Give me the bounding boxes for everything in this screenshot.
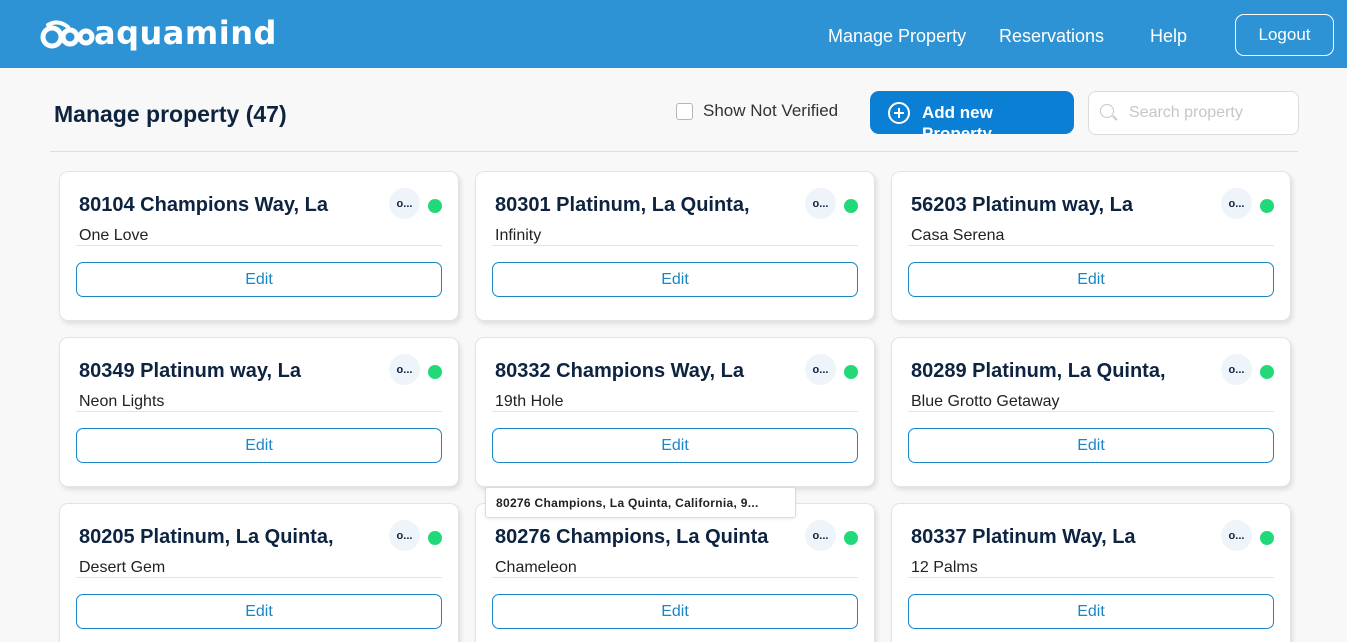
property-address: 80337 Platinum Way, La Quinta [911,526,1136,548]
verified-status-dot [844,365,858,379]
card-divider [492,411,858,412]
logout-button[interactable]: Logout [1235,14,1334,56]
edit-property-button[interactable]: Edit [76,262,442,297]
page-title: Manage property (47) [54,101,287,127]
verified-status-dot [428,365,442,379]
edit-property-button[interactable]: Edit [76,428,442,463]
property-card: 80337 Platinum Way, La Quinta o... 12 Pa… [891,503,1291,642]
card-divider [76,245,442,246]
address-tooltip: 80276 Champions, La Quinta, California, … [485,487,796,518]
property-name: One Love [79,227,149,244]
property-name: Infinity [495,227,542,244]
search-icon [1099,103,1119,123]
verified-status-dot [428,531,442,545]
verified-status-dot [1260,531,1274,545]
verified-status-dot [1260,199,1274,213]
verified-status-dot [844,199,858,213]
owner-avatar[interactable]: o... [1221,354,1252,385]
show-not-verified-toggle[interactable]: Show Not Verified [676,101,838,121]
property-card: 80349 Platinum way, La Quinta o... Neon … [59,337,459,487]
card-divider [908,245,1274,246]
add-new-property-label: Add new Property [922,103,993,134]
property-address: 80301 Platinum, La Quinta, [495,194,750,216]
card-divider [76,577,442,578]
edit-property-button[interactable]: Edit [908,262,1274,297]
property-address: 80349 Platinum way, La Quinta [79,360,301,382]
search-box[interactable] [1088,91,1299,135]
edit-property-button[interactable]: Edit [492,594,858,629]
top-navigation-bar: aquamind Manage Property Reservations He… [0,0,1347,68]
nav-manage-property[interactable]: Manage Property [828,26,966,47]
property-card: 80104 Champions Way, La Quinta o... One … [59,171,459,321]
property-address: 80289 Platinum, La Quinta, [911,360,1166,382]
verified-status-dot [428,199,442,213]
edit-property-button[interactable]: Edit [76,594,442,629]
card-divider [492,245,858,246]
search-input[interactable] [1129,104,1289,122]
property-card: 80205 Platinum, La Quinta, o... Desert G… [59,503,459,642]
owner-avatar[interactable]: o... [1221,188,1252,219]
property-address: 80276 Champions, La Quinta [495,526,769,548]
property-card: 80332 Champions Way, La Quinta o... 19th… [475,337,875,487]
property-card: 80289 Platinum, La Quinta, o... Blue Gro… [891,337,1291,487]
nav-reservations[interactable]: Reservations [999,26,1104,47]
verified-status-dot [1260,365,1274,379]
edit-property-button[interactable]: Edit [492,262,858,297]
property-name: 12 Palms [911,559,978,576]
add-new-property-button[interactable]: Add new Property [870,91,1074,134]
property-name: 19th Hole [495,393,564,410]
edit-property-button[interactable]: Edit [908,428,1274,463]
owner-avatar[interactable]: o... [389,354,420,385]
property-card: 56203 Platinum way, La Quinta o... Casa … [891,171,1291,321]
owner-avatar[interactable]: o... [805,354,836,385]
property-name: Chameleon [495,559,577,576]
show-not-verified-checkbox[interactable] [676,102,693,120]
property-address: 80205 Platinum, La Quinta, [79,526,334,548]
aquamind-logo-icon [40,20,95,49]
show-not-verified-label: Show Not Verified [703,101,839,120]
owner-avatar[interactable]: o... [805,520,836,551]
property-name: Blue Grotto Getaway [911,393,1060,410]
verified-status-dot [844,531,858,545]
edit-property-button[interactable]: Edit [492,428,858,463]
property-address: 80104 Champions Way, La Quinta [79,194,328,216]
card-divider [908,411,1274,412]
card-divider [492,577,858,578]
property-address: 56203 Platinum way, La Quinta [911,194,1133,216]
property-card: 80301 Platinum, La Quinta, o... Infinity… [475,171,875,321]
property-name: Desert Gem [79,559,166,576]
property-address: 80332 Champions Way, La Quinta [495,360,744,382]
card-divider [76,411,442,412]
logo-text: aquamind [94,14,277,52]
edit-property-button[interactable]: Edit [908,594,1274,629]
add-circle-icon [888,102,910,124]
property-card: 80276 Champions, La Quinta o... Chameleo… [475,503,875,642]
owner-avatar[interactable]: o... [1221,520,1252,551]
nav-help[interactable]: Help [1150,26,1187,47]
owner-avatar[interactable]: o... [805,188,836,219]
property-name: Neon Lights [79,393,165,410]
card-divider [908,577,1274,578]
owner-avatar[interactable]: o... [389,188,420,219]
aquamind-logo[interactable]: aquamind [40,14,277,52]
property-name: Casa Serena [911,227,1005,244]
divider [50,151,1298,152]
owner-avatar[interactable]: o... [389,520,420,551]
